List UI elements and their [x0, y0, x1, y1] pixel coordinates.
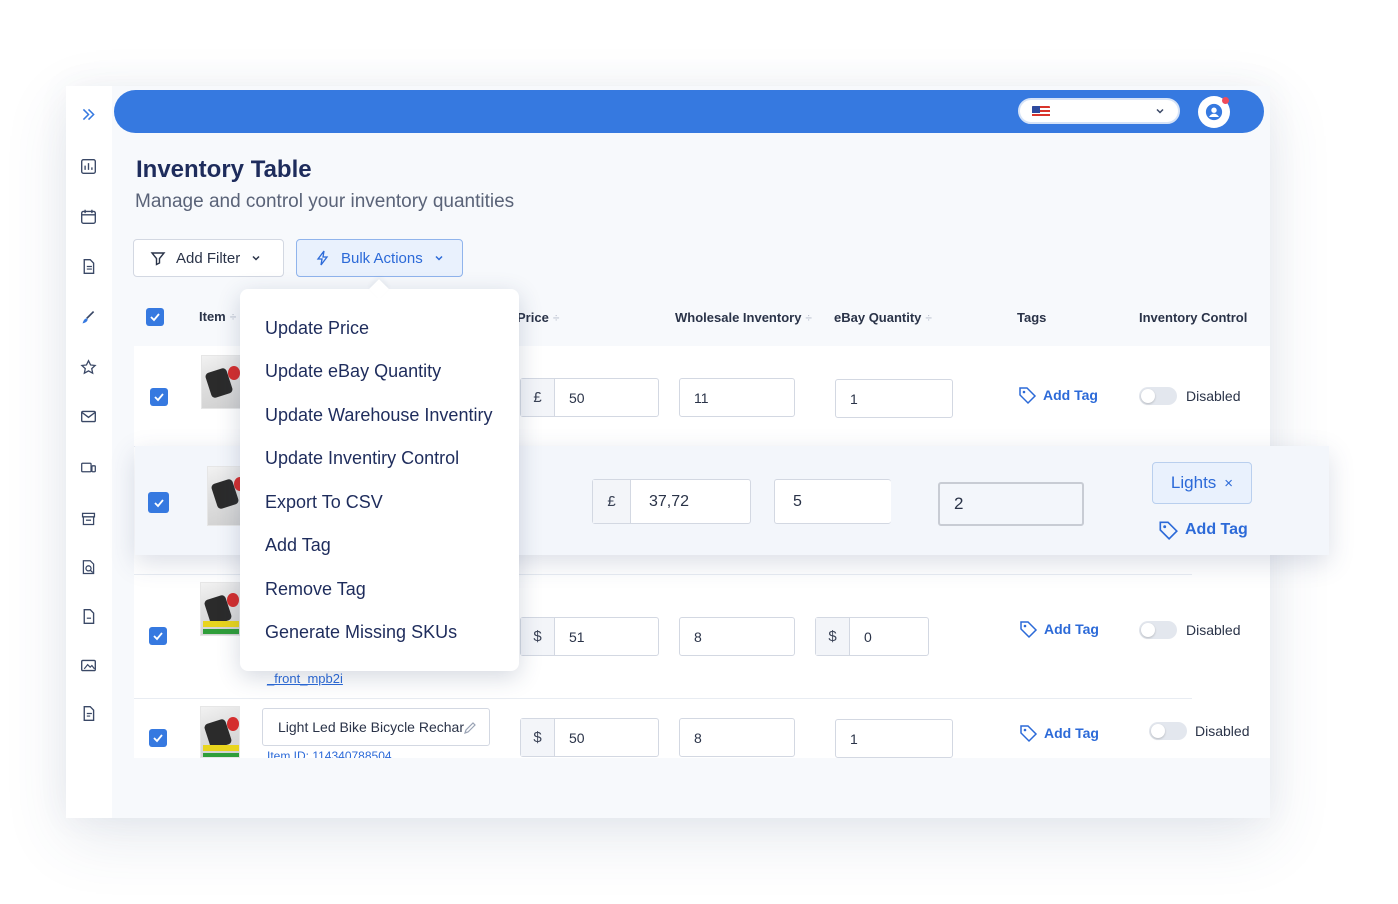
add-tag-button[interactable]: Add Tag	[1018, 619, 1099, 639]
page-title: Inventory Table	[136, 156, 312, 183]
ebay-quantity-input[interactable]: 1	[835, 719, 953, 758]
item-id-link[interactable]: Item ID: 114340788504	[267, 749, 392, 758]
expand-icon[interactable]	[78, 104, 98, 124]
row-checkbox[interactable]	[149, 627, 167, 645]
toggle-label: Disabled	[1195, 723, 1250, 739]
ebay-quantity-input[interactable]: 1	[835, 379, 953, 418]
inventory-control-toggle[interactable]	[1149, 722, 1187, 740]
mail-icon[interactable]	[78, 406, 98, 426]
tag-icon	[1159, 521, 1178, 540]
currency-symbol: £	[521, 379, 555, 416]
document-icon[interactable]	[78, 256, 98, 276]
product-thumbnail[interactable]	[200, 582, 240, 636]
inventory-control-toggle[interactable]	[1139, 387, 1177, 405]
wholesale-inventory-input[interactable]: 11	[679, 378, 795, 417]
search-doc-icon[interactable]	[78, 557, 98, 577]
chevron-down-icon	[252, 255, 260, 261]
chart-icon[interactable]	[78, 156, 98, 176]
toggle-label: Disabled	[1186, 388, 1241, 404]
store-icon[interactable]	[78, 508, 98, 528]
tag-icon	[1020, 621, 1038, 639]
price-input[interactable]: $ 51	[520, 617, 659, 656]
language-select[interactable]	[1018, 98, 1180, 124]
user-icon	[1205, 103, 1223, 121]
price-value: 51	[569, 628, 585, 645]
currency-symbol: $	[521, 719, 555, 756]
menu-item-add-tag[interactable]: Add Tag	[265, 535, 331, 556]
chevron-down-icon	[435, 255, 443, 261]
currency-symbol: $	[521, 618, 555, 655]
row-divider	[134, 698, 1192, 699]
menu-item-remove-tag[interactable]: Remove Tag	[265, 579, 366, 600]
row-checkbox[interactable]	[148, 492, 169, 513]
page-subtitle: Manage and control your inventory quanti…	[135, 191, 515, 212]
menu-item-update-warehouse-inventory[interactable]: Update Warehouse Inventiry	[265, 405, 492, 426]
image-icon[interactable]	[78, 655, 98, 675]
column-inventory-control: Inventory Control	[1139, 310, 1248, 325]
chevron-down-icon	[1156, 108, 1164, 114]
wholesale-inventory-input[interactable]: 5	[774, 479, 891, 524]
toggle-label: Disabled	[1186, 622, 1241, 638]
bulk-actions-button[interactable]: Bulk Actions	[296, 239, 463, 277]
product-thumbnail[interactable]	[200, 706, 240, 758]
add-tag-button[interactable]: Add Tag	[1018, 723, 1099, 743]
user-avatar[interactable]	[1198, 96, 1230, 128]
item-link[interactable]: _front_mpb2i	[267, 671, 343, 686]
price-input[interactable]: $ 50	[520, 718, 659, 757]
remove-tag-icon[interactable]: ×	[1224, 475, 1233, 492]
select-all-checkbox[interactable]	[146, 308, 164, 326]
column-tags: Tags	[1017, 310, 1047, 325]
notification-dot	[1222, 97, 1229, 104]
bulk-actions-menu: Update Price Update eBay Quantity Update…	[240, 289, 519, 671]
menu-item-update-price[interactable]: Update Price	[265, 318, 369, 339]
menu-item-update-inventory-control[interactable]: Update Inventiry Control	[265, 448, 459, 469]
row-checkbox[interactable]	[150, 388, 168, 406]
wholesale-inventory-input[interactable]: 8	[679, 617, 795, 656]
ebay-quantity-input[interactable]: $ 0	[815, 617, 929, 656]
price-input[interactable]: £ 50	[520, 378, 659, 417]
us-flag-icon	[1032, 106, 1050, 118]
product-thumbnail[interactable]	[201, 355, 241, 409]
column-wholesale-inventory[interactable]: Wholesale Inventory ÷	[675, 310, 812, 325]
currency-symbol: £	[593, 480, 631, 523]
brush-icon[interactable]	[78, 307, 98, 327]
tag-chip-lights[interactable]: Lights ×	[1152, 462, 1252, 504]
currency-symbol: $	[816, 618, 850, 655]
add-tag-button[interactable]: Add Tag	[1017, 385, 1098, 405]
tag-icon	[1019, 387, 1037, 405]
price-value: 50	[569, 389, 585, 406]
page-icon[interactable]	[78, 703, 98, 723]
wholesale-inventory-input[interactable]: 8	[679, 718, 795, 757]
add-filter-label: Add Filter	[176, 249, 241, 267]
ebay-quantity-input[interactable]: 2	[938, 482, 1084, 526]
menu-item-update-ebay-quantity[interactable]: Update eBay Quantity	[265, 361, 441, 382]
filter-icon	[150, 252, 166, 266]
devices-icon[interactable]	[78, 457, 98, 477]
tag-chip-label: Lights	[1170, 473, 1217, 492]
column-price[interactable]: Price ÷	[517, 310, 559, 325]
sidebar	[66, 86, 112, 818]
item-name-field[interactable]: Light Led Bike Bicycle Rechar	[262, 708, 490, 746]
column-item[interactable]: Item ÷	[199, 309, 236, 324]
menu-item-generate-skus[interactable]: Generate Missing SKUs	[265, 622, 457, 643]
file-icon[interactable]	[78, 606, 98, 626]
add-filter-button[interactable]: Add Filter	[133, 239, 284, 277]
price-input[interactable]: £ 37,72	[592, 479, 751, 524]
pencil-icon[interactable]	[463, 721, 477, 735]
price-value: 50	[569, 729, 585, 746]
calendar-icon[interactable]	[78, 206, 98, 226]
menu-item-export-csv[interactable]: Export To CSV	[265, 492, 383, 513]
column-ebay-quantity[interactable]: eBay Quantity ÷	[834, 310, 932, 325]
row-checkbox[interactable]	[149, 729, 167, 747]
star-icon[interactable]	[78, 357, 98, 377]
tag-icon	[1020, 725, 1038, 743]
bulk-actions-label: Bulk Actions	[341, 249, 423, 267]
price-value: 37,72	[649, 492, 690, 510]
lightning-icon	[316, 250, 329, 266]
inventory-control-toggle[interactable]	[1139, 621, 1177, 639]
add-tag-button[interactable]: Add Tag	[1157, 519, 1248, 541]
